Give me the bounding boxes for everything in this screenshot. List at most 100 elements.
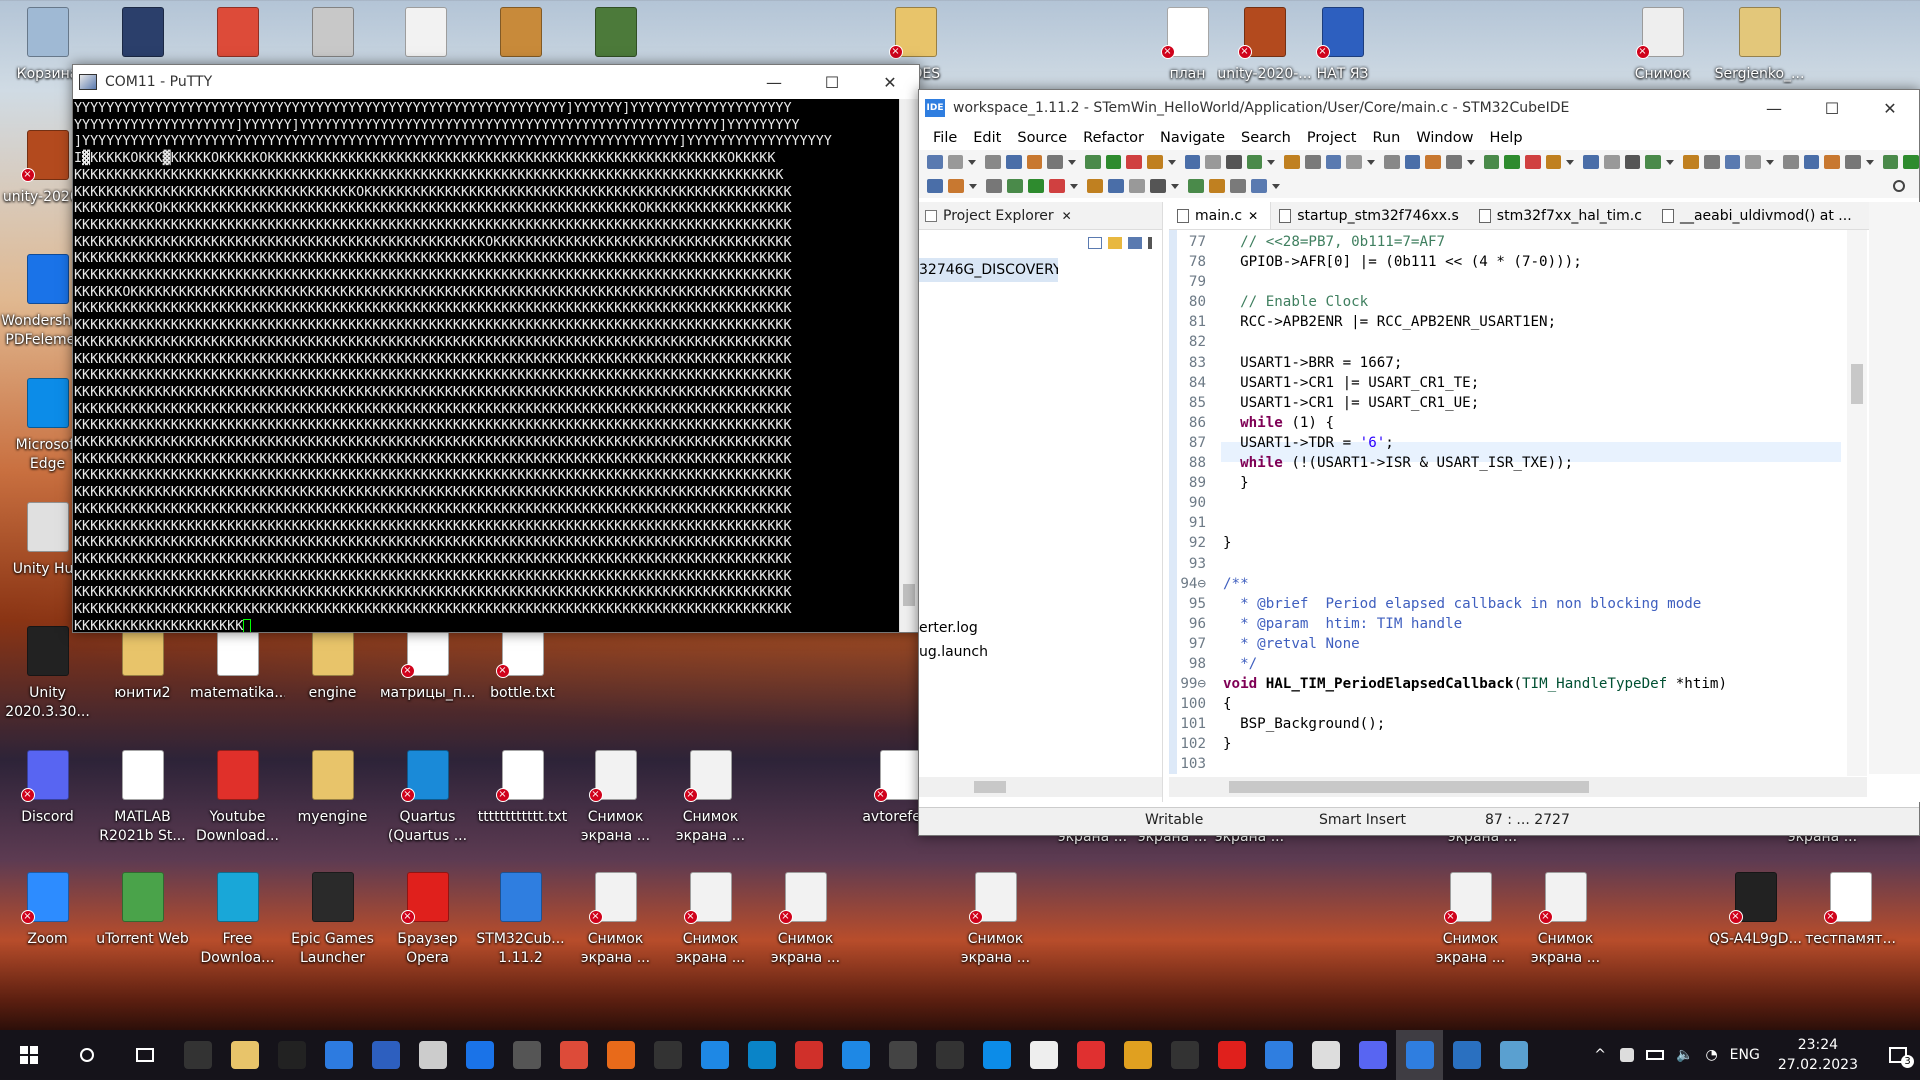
taskbar-app-chrome[interactable] — [550, 1030, 597, 1080]
wifi-icon[interactable]: ◔ — [1705, 1047, 1717, 1063]
toolbar-icon[interactable] — [1251, 179, 1267, 193]
clock[interactable]: 23:24 27.02.2023 — [1778, 1035, 1858, 1075]
toolbar-icon[interactable] — [1325, 155, 1342, 169]
toolbar-icon[interactable] — [1108, 179, 1124, 193]
toolbar-icon[interactable] — [1803, 155, 1820, 169]
task-view-button[interactable] — [116, 1030, 174, 1080]
taskbar-app-github[interactable] — [644, 1030, 691, 1080]
editor-hscroll[interactable] — [1169, 777, 1867, 797]
desktop-icon[interactable]: myengine — [285, 748, 380, 827]
taskbar-app-loop[interactable] — [1114, 1030, 1161, 1080]
desktop-icon[interactable]: uTorrent Web — [95, 870, 190, 949]
close-button[interactable]: ✕ — [1861, 91, 1919, 125]
menu-edit[interactable]: Edit — [965, 130, 1009, 146]
desktop-icon[interactable] — [473, 5, 568, 65]
chevron-down-icon[interactable] — [1765, 159, 1774, 165]
toolbar-icon[interactable] — [948, 179, 964, 193]
taskbar-app-photo[interactable] — [1443, 1030, 1490, 1080]
desktop-icon[interactable]: × Quartus (Quartus ... — [380, 748, 475, 846]
toolbar-icon[interactable] — [1404, 155, 1421, 169]
desktop-icon[interactable]: × Zoom — [0, 870, 95, 949]
desktop-icon[interactable]: Youtube Download... — [190, 748, 285, 846]
toolbar-icon[interactable] — [947, 155, 964, 169]
desktop-icon[interactable] — [568, 5, 663, 65]
menu-file[interactable]: File — [925, 130, 965, 146]
explorer-item[interactable]: erter.log — [919, 620, 978, 636]
menu-search[interactable]: Search — [1233, 130, 1299, 146]
toolbar-icon[interactable] — [1703, 155, 1720, 169]
taskbar-app-github[interactable] — [926, 1030, 973, 1080]
desktop-icon[interactable] — [190, 5, 285, 65]
taskbar-app-opera[interactable] — [1208, 1030, 1255, 1080]
desktop-icon[interactable]: × Снимок экрана ... — [663, 870, 758, 968]
close-icon[interactable]: ✕ — [1062, 209, 1072, 223]
putty-scrollbar[interactable] — [899, 99, 919, 632]
toolbar-icon[interactable] — [1824, 155, 1840, 169]
chevron-up-icon[interactable]: ^ — [1594, 1047, 1606, 1063]
toolbar-icon[interactable] — [1129, 179, 1145, 193]
network-icon[interactable] — [1620, 1048, 1634, 1062]
editor-tab[interactable]: main.c ✕ — [1169, 202, 1272, 229]
desktop-icon[interactable] — [378, 5, 473, 65]
toolbar-icon[interactable] — [1346, 155, 1363, 169]
desktop-icon[interactable]: STM32Cub... 1.11.2 — [473, 870, 568, 968]
toolbar-icon[interactable] — [1049, 179, 1065, 193]
ide-titlebar[interactable]: IDE workspace_1.11.2 - STemWin_HelloWorl… — [919, 90, 1919, 126]
taskbar-app-sql[interactable] — [879, 1030, 926, 1080]
menu-navigate[interactable]: Navigate — [1152, 130, 1233, 146]
chevron-down-icon[interactable] — [1171, 183, 1179, 189]
taskbar-app-github[interactable] — [174, 1030, 221, 1080]
chevron-down-icon[interactable] — [1272, 183, 1280, 189]
taskbar-app-map[interactable] — [1067, 1030, 1114, 1080]
toolbar-icon[interactable] — [1844, 155, 1861, 169]
explorer-item[interactable]: 32746G_DISCOVERY) — [919, 258, 1058, 282]
desktop-icon[interactable]: Epic Games Launcher — [285, 870, 380, 968]
desktop-icon[interactable]: × Discord — [0, 748, 95, 827]
chevron-down-icon[interactable] — [1865, 159, 1874, 165]
menu-help[interactable]: Help — [1481, 130, 1530, 146]
explorer-item[interactable]: ug.launch — [919, 644, 988, 660]
menu-project[interactable]: Project — [1299, 130, 1365, 146]
taskbar-app-fire[interactable] — [597, 1030, 644, 1080]
toolbar-icon[interactable] — [985, 155, 1002, 169]
language-indicator[interactable]: ENG — [1730, 1047, 1760, 1063]
desktop-icon[interactable]: × Снимок — [1615, 5, 1710, 84]
toolbar-icon[interactable] — [1209, 179, 1225, 193]
taskbar-app-ide[interactable] — [1255, 1030, 1302, 1080]
toolbar-icon[interactable] — [1284, 155, 1301, 169]
toolbar-icon[interactable] — [986, 179, 1002, 193]
toolbar-icon[interactable] — [1226, 155, 1242, 169]
chevron-down-icon[interactable] — [1666, 159, 1675, 165]
chevron-down-icon[interactable] — [1466, 159, 1475, 165]
taskbar-app-notepad[interactable] — [1490, 1030, 1537, 1080]
toolbar-icon[interactable] — [1782, 155, 1799, 169]
search-icon[interactable] — [1893, 180, 1905, 192]
taskbar-app-pdf[interactable] — [456, 1030, 503, 1080]
chevron-down-icon[interactable] — [1367, 159, 1376, 165]
toolbar-icon[interactable] — [1903, 155, 1919, 169]
close-button[interactable]: ✕ — [861, 65, 919, 99]
desktop-icon[interactable]: Free Downloa... — [190, 870, 285, 968]
menu-run[interactable]: Run — [1365, 130, 1409, 146]
desktop-icon[interactable]: × Снимок экрана ... — [1423, 870, 1518, 968]
toolbar-icon[interactable] — [927, 155, 943, 169]
code-editor[interactable]: 77 // <<28=PB7, 0b111=7=AF7 78 GPIOB->AFR… — [1169, 232, 1844, 772]
taskbar-app-blue[interactable] — [362, 1030, 409, 1080]
putty-titlebar[interactable]: COM11 - PuTTY — ☐ ✕ — [73, 65, 919, 99]
taskbar-app-c[interactable] — [832, 1030, 879, 1080]
start-button[interactable] — [0, 1030, 58, 1080]
taskbar-app-ide[interactable] — [1396, 1030, 1443, 1080]
taskbar-app-discord[interactable] — [1349, 1030, 1396, 1080]
toolbar-icon[interactable] — [1147, 155, 1163, 169]
project-explorer-tab[interactable]: Project Explorer ✕ — [919, 202, 1162, 230]
menu-refactor[interactable]: Refactor — [1075, 130, 1152, 146]
chevron-down-icon[interactable] — [1068, 159, 1077, 165]
battery-icon[interactable] — [1646, 1050, 1664, 1060]
taskbar-app-todo[interactable] — [315, 1030, 362, 1080]
link-icon[interactable] — [1108, 237, 1122, 249]
maximize-button[interactable]: ☐ — [1803, 91, 1861, 125]
taskbar-app-gear[interactable] — [1302, 1030, 1349, 1080]
toolbar-icon[interactable] — [1504, 155, 1521, 169]
desktop-icon[interactable]: × Снимок экрана ... — [758, 870, 853, 968]
desktop-icon[interactable] — [95, 5, 190, 65]
